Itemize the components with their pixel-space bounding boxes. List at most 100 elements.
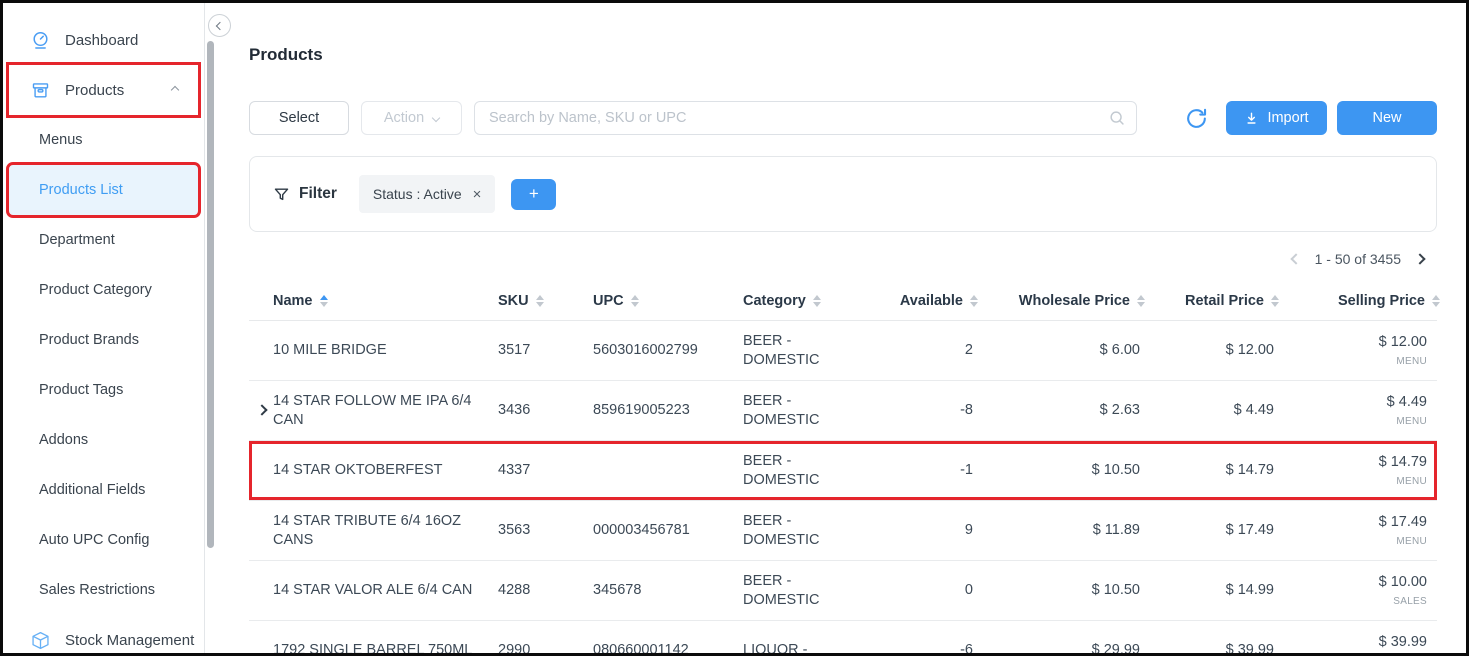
cell-sku: 2990 [498,641,593,653]
main-content: Products Select Action Import [216,3,1466,653]
pagination: 1 - 50 of 3455 [249,247,1437,271]
cell-available: -6 [878,641,978,653]
pagination-next-icon[interactable] [1414,253,1425,264]
action-label: Action [384,110,424,126]
sidebar-collapse-button[interactable] [208,14,231,37]
search-input[interactable] [474,101,1137,135]
sidebar-item-menus[interactable]: Menus [3,115,204,165]
import-label: Import [1267,110,1308,126]
sort-asc-caret [1137,295,1145,300]
action-dropdown[interactable]: Action [361,101,462,135]
row-expander-icon[interactable] [256,404,267,415]
sidebar-item-label: Dashboard [65,32,138,49]
sidebar-item-addons[interactable]: Addons [3,415,204,465]
sort-desc-caret [1137,302,1145,307]
product-name: 1792 SINGLE BARREL 750ML [273,642,472,653]
sort-asc-caret [970,295,978,300]
cell-retail-price: $ 4.49 [1145,401,1279,420]
cell-sku: 4288 [498,581,593,600]
cell-wholesale-price: $ 6.00 [978,341,1145,360]
table-row[interactable]: 14 STAR OKTOBERFEST4337BEER - DOMESTIC-1… [249,441,1437,501]
cell-selling-price: $ 4.49MENU [1279,393,1440,428]
cell-wholesale-price: $ 10.50 [978,461,1145,480]
sidebar-item-product-category[interactable]: Product Category [3,265,204,315]
pagination-range: 1 - 50 of 3455 [1315,251,1401,267]
cell-retail-price: $ 14.79 [1145,461,1279,480]
cell-category: BEER - DOMESTIC [743,392,878,430]
sidebar-item-department[interactable]: Department [3,215,204,265]
column-header-wholesale[interactable]: Wholesale Price [978,293,1145,309]
sidebar-item-products[interactable]: Products [9,65,198,115]
cell-selling-price: $ 14.79MENU [1279,453,1440,488]
column-header-selling[interactable]: Selling Price [1279,293,1440,309]
sort-asc-caret [320,295,328,300]
cell-category: BEER - DOMESTIC [743,572,878,610]
sidebar-item-sales-restrictions[interactable]: Sales Restrictions [3,565,204,615]
sort-icon [536,295,544,307]
sidebar-item-stock-management[interactable]: Stock Management [3,615,204,653]
filter-chip-label: Status : Active [373,186,462,202]
column-header-category[interactable]: Category [743,293,878,309]
sidebar-item-product-brands[interactable]: Product Brands [3,315,204,365]
product-name: 10 MILE BRIDGE [273,342,387,358]
column-header-upc[interactable]: UPC [593,293,743,309]
cell-sku: 4337 [498,461,593,480]
column-header-retail[interactable]: Retail Price [1145,293,1279,309]
filter-bar: Filter Status : Active× + [249,156,1437,232]
sort-icon [813,295,821,307]
product-name: 14 STAR VALOR ALE 6/4 CAN [273,582,472,598]
chevron-left-icon [215,21,223,29]
select-button[interactable]: Select [249,101,349,135]
pagination-prev-icon[interactable] [1290,253,1301,264]
import-button[interactable]: Import [1226,101,1327,135]
toolbar: Select Action Import New [249,101,1437,135]
sidebar-item-auto-upc-config[interactable]: Auto UPC Config [3,515,204,565]
sidebar-item-additional-fields[interactable]: Additional Fields [3,465,204,515]
sort-icon [970,295,978,307]
column-header-available[interactable]: Available [878,293,978,309]
stock-box-icon [30,630,52,651]
sort-asc-caret [1432,295,1440,300]
sidebar-item-label: Sales Restrictions [39,582,155,598]
column-header-sku[interactable]: SKU [498,293,593,309]
selling-price-value: $ 14.79 [1379,453,1427,472]
products-box-icon [30,80,52,101]
cell-selling-price: $ 39.99MENU [1279,633,1440,653]
selling-price-value: $ 10.00 [1379,573,1427,592]
cell-category: BEER - DOMESTIC [743,452,878,490]
cell-selling-price: $ 10.00SALES [1279,573,1440,608]
new-button[interactable]: New [1337,101,1437,135]
cell-wholesale-price: $ 2.63 [978,401,1145,420]
table-row[interactable]: 14 STAR FOLLOW ME IPA 6/4 CAN34368596190… [249,381,1437,441]
cell-retail-price: $ 17.49 [1145,521,1279,540]
sort-desc-caret [1432,302,1440,307]
cell-upc: 5603016002799 [593,341,743,360]
sidebar-item-label: Department [39,232,115,248]
page-title: Products [249,45,1437,64]
column-header-label: Available [900,293,963,309]
sort-desc-caret [631,302,639,307]
table-row[interactable]: 14 STAR VALOR ALE 6/4 CAN4288345678BEER … [249,561,1437,621]
cell-category: BEER - DOMESTIC [743,332,878,370]
sidebar-scrollbar[interactable] [207,41,214,548]
close-icon[interactable]: × [473,187,482,202]
sidebar-item-dashboard[interactable]: Dashboard [3,15,204,65]
refresh-button[interactable] [1183,105,1209,131]
table-row[interactable]: 10 MILE BRIDGE35175603016002799BEER - DO… [249,321,1437,381]
selling-price-value: $ 12.00 [1379,333,1427,352]
sidebar-item-product-tags[interactable]: Product Tags [3,365,204,415]
cell-retail-price: $ 39.99 [1145,641,1279,653]
cell-selling-price: $ 12.00MENU [1279,333,1440,368]
cell-upc: 000003456781 [593,521,743,540]
sidebar-item-label: Stock Management [65,632,194,649]
filter-funnel-icon [273,186,290,203]
sort-icon [1137,295,1145,307]
table-row[interactable]: 1792 SINGLE BARREL 750ML2990080660001142… [249,621,1437,653]
column-header-label: Name [273,293,313,309]
column-header-name[interactable]: Name [249,293,498,309]
add-filter-button[interactable]: + [511,179,556,210]
selling-price-value: $ 17.49 [1379,513,1427,532]
sidebar-item-products-list[interactable]: Products List [9,165,198,215]
table-row[interactable]: 14 STAR TRIBUTE 6/4 16OZ CANS35630000034… [249,501,1437,561]
cell-available: 0 [878,581,978,600]
